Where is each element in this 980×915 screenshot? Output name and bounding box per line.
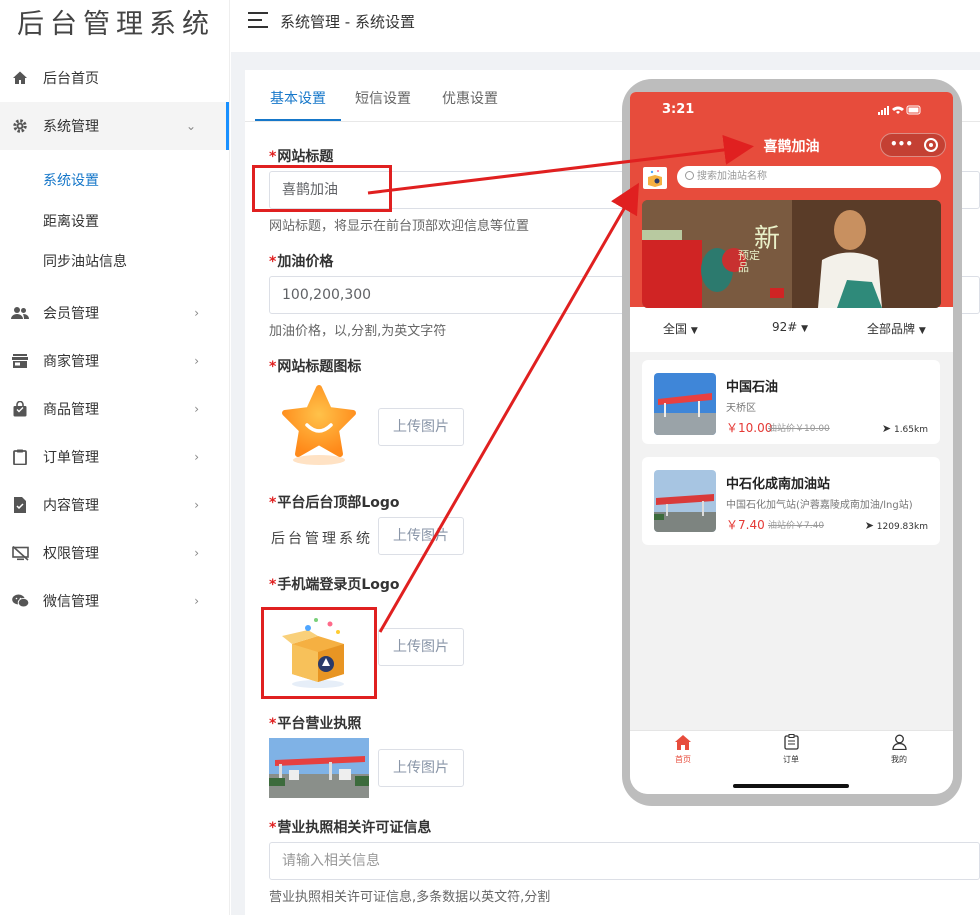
app-root: { "app": {"logo_text": "后台管理系统"}, "sideb… (0, 0, 980, 915)
annotation-arrows (367, 134, 754, 633)
